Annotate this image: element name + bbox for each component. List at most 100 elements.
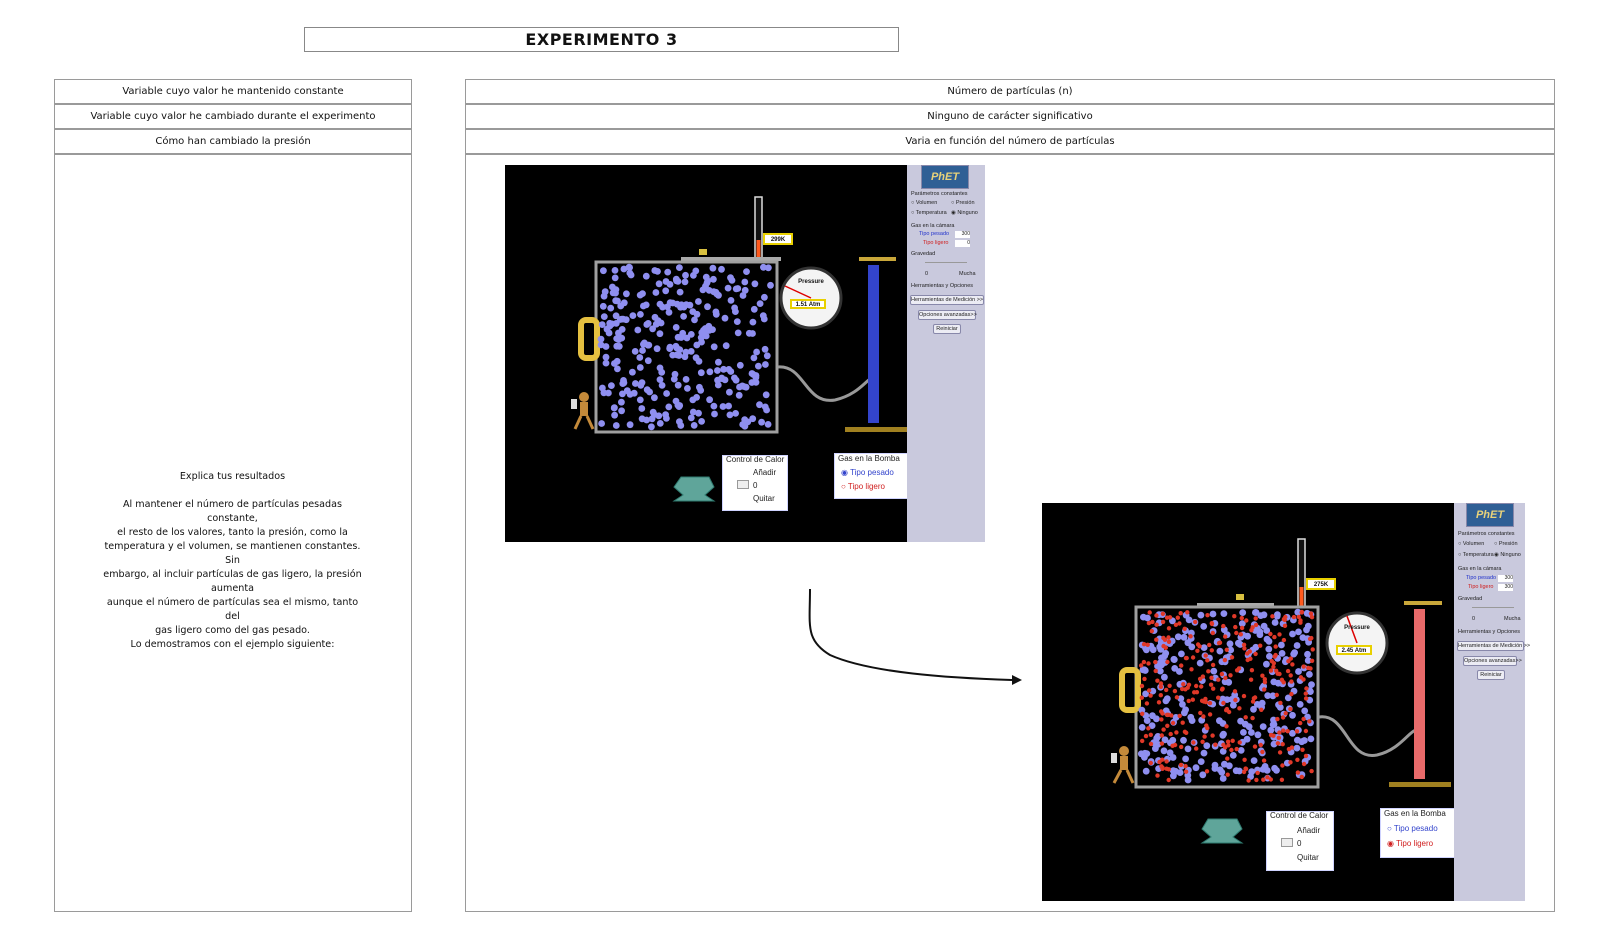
light-particle <box>1219 671 1225 677</box>
sim2-temperature-readout: 275K <box>1306 578 1336 590</box>
heavy-particle <box>613 342 621 350</box>
light-particle <box>1174 695 1180 700</box>
sim2-pump-gas-selector[interactable]: Gas en la Bomba ○ Tipo pesado ◉ Tipo lig… <box>1380 808 1454 858</box>
sim1-measure-button[interactable]: Herramientas de Medición >> <box>910 295 984 305</box>
light-particle <box>1239 615 1244 621</box>
sim1-pump-gas-selector[interactable]: Gas en la Bomba ◉ Tipo pesado ○ Tipo lig… <box>834 453 907 499</box>
heavy-particle <box>1196 659 1204 667</box>
sim2-control-panel: PhET Parámetros constantes ○ Volumen ○ P… <box>1454 503 1530 901</box>
sim2-pump-heavy-option[interactable]: ○ Tipo pesado <box>1387 824 1438 833</box>
heavy-particle <box>629 312 637 319</box>
light-particle <box>1289 691 1294 697</box>
sim1-heat-slider[interactable] <box>737 480 749 489</box>
heavy-particle <box>697 369 705 377</box>
heavy-particle <box>712 310 720 318</box>
light-particle <box>1229 747 1234 753</box>
heavy-particle <box>639 347 646 354</box>
sim2-pressure-readout: 2.45 Atm <box>1336 645 1372 655</box>
sim1-opt-temperatura[interactable]: ○ Temperatura <box>911 210 947 216</box>
sim1-reset-button[interactable]: Reiniciar <box>933 324 961 334</box>
sim2-light-count[interactable]: 300 <box>1498 584 1513 591</box>
sim1-gravity-slider[interactable] <box>925 262 967 263</box>
heavy-particle <box>649 325 656 333</box>
heavy-particle <box>614 365 621 373</box>
light-particle <box>1166 626 1172 631</box>
light-particle <box>1166 712 1171 717</box>
light-particle <box>1285 668 1291 674</box>
sim2-opt-ninguno[interactable]: ◉ Ninguno <box>1494 552 1521 558</box>
light-particle <box>1225 739 1231 744</box>
light-particle <box>1207 642 1212 648</box>
heavy-particle <box>1259 723 1267 730</box>
heavy-particle <box>1304 650 1311 658</box>
heavy-particle <box>648 423 655 431</box>
heavy-particle <box>1184 639 1192 647</box>
light-particle <box>1285 729 1290 734</box>
light-particle <box>1164 766 1169 771</box>
heavy-particle <box>1289 729 1296 737</box>
light-particle <box>1288 760 1293 765</box>
sim1-temperature-readout: 299K <box>763 233 793 245</box>
heavy-particle <box>609 289 617 297</box>
light-particle <box>1301 677 1306 682</box>
sim1-opt-ninguno[interactable]: ◉ Ninguno <box>951 210 978 216</box>
sim1-heat-control[interactable]: Control de Calor Añadir 0 Quitar <box>722 455 788 511</box>
heavy-particle <box>1160 747 1168 755</box>
heavy-particle <box>1278 641 1285 649</box>
sim2-measure-button[interactable]: Herramientas de Medición >> <box>1457 641 1530 651</box>
heavy-particle <box>715 291 722 299</box>
light-particle <box>1216 677 1221 682</box>
heavy-particle <box>733 318 741 325</box>
sim2-opt-volumen[interactable]: ○ Volumen <box>1458 541 1484 547</box>
sim2-gravity-slider[interactable] <box>1472 607 1514 608</box>
light-particle <box>1198 710 1203 716</box>
sim1-heavy-count[interactable]: 300 <box>955 231 970 238</box>
heavy-particle <box>741 416 749 423</box>
light-particle <box>1282 623 1288 628</box>
light-particle <box>1213 742 1218 747</box>
heavy-particle <box>731 374 738 382</box>
sim2-canvas: Pressure 2.45 Atm 275K Control de Calor … <box>1042 503 1454 901</box>
light-particle <box>1221 742 1226 747</box>
sim2-advanced-button[interactable]: Opciones avanzadas>> <box>1463 656 1522 666</box>
sim1-gauge-label: Pressure <box>798 279 824 285</box>
light-particle <box>1230 738 1235 743</box>
sim2-pump-light-option[interactable]: ◉ Tipo ligero <box>1387 839 1433 848</box>
heavy-particle <box>732 308 739 315</box>
light-particle <box>1280 715 1286 720</box>
light-particle <box>1307 636 1313 642</box>
sim2-opt-temperatura[interactable]: ○ Temperatura <box>1458 552 1494 558</box>
sim1-opt-volumen[interactable]: ○ Volumen <box>911 200 937 206</box>
sim1-opt-presion[interactable]: ○ Presión <box>951 200 975 206</box>
heavy-particle <box>682 376 690 383</box>
heavy-particle <box>682 271 689 279</box>
light-particle <box>1149 628 1154 634</box>
heavy-particle <box>684 385 691 392</box>
light-particle <box>1243 715 1248 720</box>
light-particle <box>1159 764 1164 769</box>
sim2-heat-slider[interactable] <box>1281 838 1293 847</box>
sim2-reset-button[interactable]: Reiniciar <box>1477 670 1505 680</box>
light-particle <box>1273 644 1278 649</box>
heavy-particle <box>619 315 627 323</box>
heavy-particle <box>1226 640 1234 648</box>
heavy-particle <box>1252 609 1259 616</box>
light-particle <box>1280 763 1285 768</box>
sim2-heat-control[interactable]: Control de Calor Añadir 0 Quitar <box>1266 811 1334 871</box>
heavy-particle <box>1303 626 1310 634</box>
light-particle <box>1195 648 1200 653</box>
heavy-particle <box>676 288 684 296</box>
light-particle <box>1279 677 1285 682</box>
heavy-particle <box>759 312 767 319</box>
sim1-advanced-button[interactable]: Opciones avanzadas>> <box>918 310 977 320</box>
sim2-opt-presion[interactable]: ○ Presión <box>1494 541 1518 547</box>
light-particle <box>1222 657 1228 663</box>
light-particle <box>1277 750 1283 755</box>
sim1-pump-light-option[interactable]: ○ Tipo ligero <box>841 482 885 491</box>
heavy-particle <box>736 361 744 369</box>
light-particle <box>1159 717 1164 722</box>
light-particle <box>1276 735 1281 740</box>
sim2-heavy-count[interactable]: 300 <box>1498 575 1513 582</box>
sim1-pump-heavy-option[interactable]: ◉ Tipo pesado <box>841 468 894 477</box>
sim1-light-count[interactable]: 0 <box>955 240 970 247</box>
